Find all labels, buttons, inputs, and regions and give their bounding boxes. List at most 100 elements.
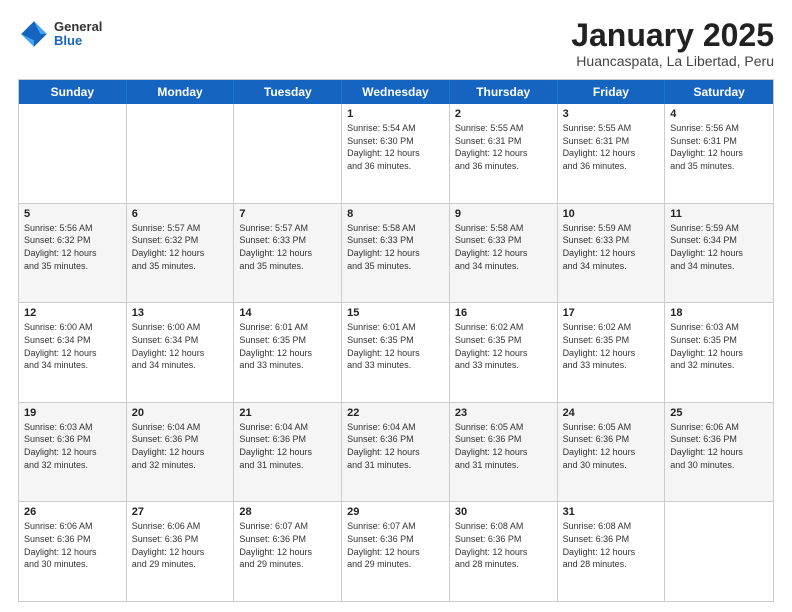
cell-2-4: 16Sunrise: 6:02 AM Sunset: 6:35 PM Dayli… [450, 303, 558, 402]
cell-1-0: 5 Sunrise: 5:56 AM Sunset: 6:32 PM Daylig… [19, 204, 127, 303]
cell-info: Sunrise: 6:00 AM Sunset: 6:34 PM Dayligh… [132, 321, 229, 371]
cell-0-2 [234, 104, 342, 203]
cell-1-2: 7 Sunrise: 5:57 AM Sunset: 6:33 PM Daylig… [234, 204, 342, 303]
week-1: 5 Sunrise: 5:56 AM Sunset: 6:32 PM Daylig… [19, 204, 773, 304]
cell-2-0: 12Sunrise: 6:00 AM Sunset: 6:34 PM Dayli… [19, 303, 127, 402]
month-title: January 2025 [571, 18, 774, 53]
cell-info: Sunrise: 5:55 AM Sunset: 6:31 PM Dayligh… [455, 122, 552, 172]
cell-info: Sunrise: 5:59 AM Sunset: 6:33 PM Dayligh… [563, 222, 660, 272]
day-header-sunday: Sunday [19, 80, 127, 104]
cell-1-6: 11 Sunrise: 5:59 AM Sunset: 6:34 PM Dayli… [665, 204, 773, 303]
cell-date: 17 [563, 307, 660, 319]
cell-date: 6 [132, 208, 229, 220]
cell-date: 5 [24, 208, 121, 220]
day-header-monday: Monday [127, 80, 235, 104]
cell-date: 11 [670, 208, 768, 220]
cell-info: Sunrise: 5:56 AM Sunset: 6:31 PM Dayligh… [670, 122, 768, 172]
calendar: SundayMondayTuesdayWednesdayThursdayFrid… [18, 79, 774, 602]
title-block: January 2025 Huancaspata, La Libertad, P… [571, 18, 774, 69]
logo-blue: Blue [54, 34, 102, 48]
day-header-tuesday: Tuesday [234, 80, 342, 104]
cell-info: Sunrise: 6:03 AM Sunset: 6:35 PM Dayligh… [670, 321, 768, 371]
cell-date: 18 [670, 307, 768, 319]
cell-info: Sunrise: 5:57 AM Sunset: 6:33 PM Dayligh… [239, 222, 336, 272]
cell-date: 23 [455, 407, 552, 419]
cell-info: Sunrise: 6:04 AM Sunset: 6:36 PM Dayligh… [239, 421, 336, 471]
cell-1-4: 9 Sunrise: 5:58 AM Sunset: 6:33 PM Daylig… [450, 204, 558, 303]
cell-info: Sunrise: 5:58 AM Sunset: 6:33 PM Dayligh… [455, 222, 552, 272]
cell-date: 15 [347, 307, 444, 319]
cell-3-5: 24 Sunrise: 6:05 AM Sunset: 6:36 PM Dayli… [558, 403, 666, 502]
cell-date: 4 [670, 108, 768, 120]
cell-info: Sunrise: 6:00 AM Sunset: 6:34 PM Dayligh… [24, 321, 121, 371]
cell-4-2: 28Sunrise: 6:07 AM Sunset: 6:36 PM Dayli… [234, 502, 342, 601]
cell-info: Sunrise: 6:01 AM Sunset: 6:35 PM Dayligh… [347, 321, 444, 371]
logo-icon [18, 18, 50, 50]
cell-3-4: 23Sunrise: 6:05 AM Sunset: 6:36 PM Dayli… [450, 403, 558, 502]
cell-info: Sunrise: 6:06 AM Sunset: 6:36 PM Dayligh… [670, 421, 768, 471]
cell-date: 21 [239, 407, 336, 419]
page: General Blue January 2025 Huancaspata, L… [0, 0, 792, 612]
week-0: 1 Sunrise: 5:54 AM Sunset: 6:30 PM Daylig… [19, 104, 773, 204]
cell-date: 31 [563, 506, 660, 518]
week-3: 19Sunrise: 6:03 AM Sunset: 6:36 PM Dayli… [19, 403, 773, 503]
cell-info: Sunrise: 6:02 AM Sunset: 6:35 PM Dayligh… [455, 321, 552, 371]
cell-date: 10 [563, 208, 660, 220]
cell-info: Sunrise: 6:08 AM Sunset: 6:36 PM Dayligh… [563, 520, 660, 570]
logo: General Blue [18, 18, 102, 50]
cell-2-1: 13 Sunrise: 6:00 AM Sunset: 6:34 PM Dayli… [127, 303, 235, 402]
cell-0-5: 3 Sunrise: 5:55 AM Sunset: 6:31 PM Daylig… [558, 104, 666, 203]
cell-date: 13 [132, 307, 229, 319]
cell-0-6: 4 Sunrise: 5:56 AM Sunset: 6:31 PM Daylig… [665, 104, 773, 203]
cell-date: 30 [455, 506, 552, 518]
cell-date: 26 [24, 506, 121, 518]
cell-1-1: 6 Sunrise: 5:57 AM Sunset: 6:32 PM Daylig… [127, 204, 235, 303]
day-header-friday: Friday [558, 80, 666, 104]
cell-3-1: 20Sunrise: 6:04 AM Sunset: 6:36 PM Dayli… [127, 403, 235, 502]
cell-info: Sunrise: 6:04 AM Sunset: 6:36 PM Dayligh… [132, 421, 229, 471]
cell-date: 8 [347, 208, 444, 220]
cell-info: Sunrise: 6:05 AM Sunset: 6:36 PM Dayligh… [563, 421, 660, 471]
cell-4-5: 31 Sunrise: 6:08 AM Sunset: 6:36 PM Dayli… [558, 502, 666, 601]
cell-date: 1 [347, 108, 444, 120]
day-header-thursday: Thursday [450, 80, 558, 104]
cell-3-6: 25Sunrise: 6:06 AM Sunset: 6:36 PM Dayli… [665, 403, 773, 502]
subtitle: Huancaspata, La Libertad, Peru [571, 53, 774, 69]
cell-3-2: 21 Sunrise: 6:04 AM Sunset: 6:36 PM Dayli… [234, 403, 342, 502]
cell-2-5: 17 Sunrise: 6:02 AM Sunset: 6:35 PM Dayli… [558, 303, 666, 402]
cell-info: Sunrise: 5:54 AM Sunset: 6:30 PM Dayligh… [347, 122, 444, 172]
cell-date: 3 [563, 108, 660, 120]
cell-date: 24 [563, 407, 660, 419]
cell-2-2: 14Sunrise: 6:01 AM Sunset: 6:35 PM Dayli… [234, 303, 342, 402]
cell-date: 27 [132, 506, 229, 518]
cell-0-1 [127, 104, 235, 203]
cell-info: Sunrise: 5:55 AM Sunset: 6:31 PM Dayligh… [563, 122, 660, 172]
cell-1-5: 10 Sunrise: 5:59 AM Sunset: 6:33 PM Dayli… [558, 204, 666, 303]
cell-1-3: 8Sunrise: 5:58 AM Sunset: 6:33 PM Daylig… [342, 204, 450, 303]
cell-date: 2 [455, 108, 552, 120]
cell-info: Sunrise: 6:06 AM Sunset: 6:36 PM Dayligh… [24, 520, 121, 570]
cell-info: Sunrise: 6:08 AM Sunset: 6:36 PM Dayligh… [455, 520, 552, 570]
cell-info: Sunrise: 6:02 AM Sunset: 6:35 PM Dayligh… [563, 321, 660, 371]
cell-date: 28 [239, 506, 336, 518]
cell-info: Sunrise: 6:07 AM Sunset: 6:36 PM Dayligh… [347, 520, 444, 570]
cell-4-6 [665, 502, 773, 601]
cell-date: 9 [455, 208, 552, 220]
cell-2-6: 18 Sunrise: 6:03 AM Sunset: 6:35 PM Dayli… [665, 303, 773, 402]
cell-3-3: 22Sunrise: 6:04 AM Sunset: 6:36 PM Dayli… [342, 403, 450, 502]
weeks: 1 Sunrise: 5:54 AM Sunset: 6:30 PM Daylig… [19, 104, 773, 601]
cell-info: Sunrise: 5:59 AM Sunset: 6:34 PM Dayligh… [670, 222, 768, 272]
cell-3-0: 19Sunrise: 6:03 AM Sunset: 6:36 PM Dayli… [19, 403, 127, 502]
cell-info: Sunrise: 5:56 AM Sunset: 6:32 PM Dayligh… [24, 222, 121, 272]
week-2: 12Sunrise: 6:00 AM Sunset: 6:34 PM Dayli… [19, 303, 773, 403]
cell-info: Sunrise: 5:57 AM Sunset: 6:32 PM Dayligh… [132, 222, 229, 272]
cell-date: 29 [347, 506, 444, 518]
cell-4-4: 30 Sunrise: 6:08 AM Sunset: 6:36 PM Dayli… [450, 502, 558, 601]
cell-date: 7 [239, 208, 336, 220]
cell-info: Sunrise: 6:03 AM Sunset: 6:36 PM Dayligh… [24, 421, 121, 471]
cell-0-0 [19, 104, 127, 203]
logo-general: General [54, 20, 102, 34]
cell-info: Sunrise: 6:04 AM Sunset: 6:36 PM Dayligh… [347, 421, 444, 471]
cell-0-3: 1 Sunrise: 5:54 AM Sunset: 6:30 PM Daylig… [342, 104, 450, 203]
cell-4-1: 27Sunrise: 6:06 AM Sunset: 6:36 PM Dayli… [127, 502, 235, 601]
